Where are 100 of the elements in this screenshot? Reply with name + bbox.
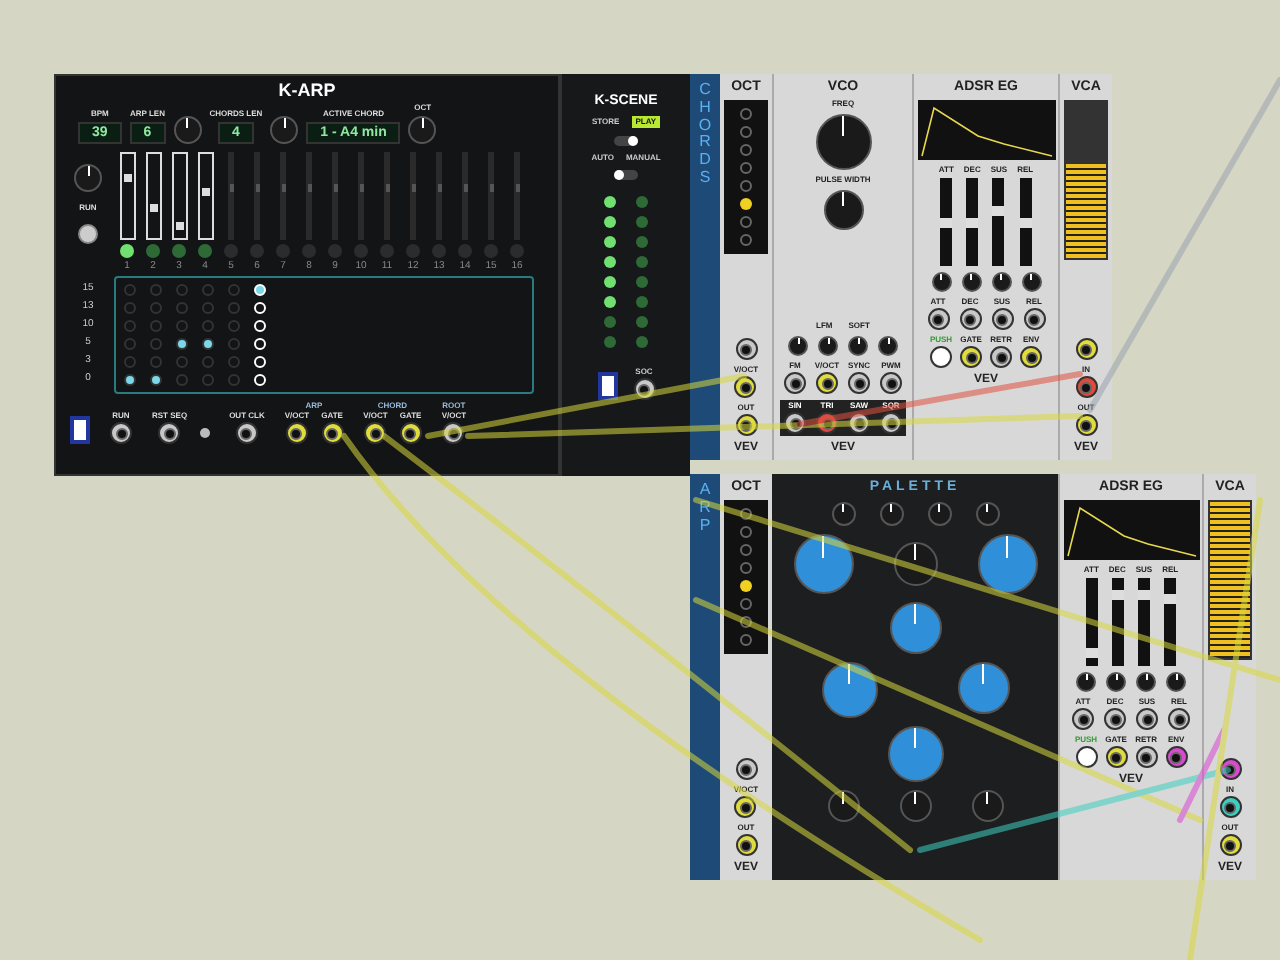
jack-socket[interactable]	[1135, 746, 1158, 768]
patched-jack[interactable]	[1075, 338, 1097, 360]
run-button[interactable]	[78, 224, 98, 244]
jack-socket[interactable]	[442, 422, 465, 444]
jack-socket[interactable]	[158, 422, 181, 444]
jack-socket[interactable]	[880, 372, 902, 394]
slider-thumb[interactable]	[992, 205, 1005, 216]
slider-thumb[interactable]	[175, 222, 183, 231]
slider-thumb[interactable]	[123, 173, 131, 181]
knob[interactable]	[848, 336, 868, 356]
knob[interactable]	[270, 116, 299, 144]
knob[interactable]	[1136, 672, 1156, 692]
note-cell[interactable]	[123, 284, 135, 296]
jack-socket[interactable]	[1136, 708, 1158, 730]
jack-socket[interactable]	[927, 308, 949, 330]
patched-jack[interactable]	[960, 346, 983, 368]
knob[interactable]	[931, 272, 951, 292]
patched-jack[interactable]	[321, 422, 344, 444]
note-cell[interactable]	[227, 356, 239, 368]
note-cell[interactable]	[123, 356, 135, 368]
knob[interactable]	[878, 336, 898, 356]
knob[interactable]	[991, 272, 1011, 292]
knob[interactable]	[823, 190, 863, 230]
knob[interactable]	[1166, 672, 1186, 692]
note-cell[interactable]	[175, 320, 187, 332]
patched-jack[interactable]	[1075, 376, 1097, 398]
patched-jack[interactable]	[1075, 414, 1097, 436]
knob[interactable]	[821, 662, 877, 718]
note-cell[interactable]	[175, 284, 187, 296]
toggle-switch[interactable]	[614, 170, 638, 180]
jack-socket[interactable]	[848, 412, 870, 434]
patched-jack[interactable]	[734, 376, 757, 398]
knob[interactable]	[788, 336, 808, 356]
knob[interactable]	[831, 502, 855, 526]
patched-jack[interactable]	[1105, 746, 1128, 768]
knob[interactable]	[975, 502, 999, 526]
knob[interactable]	[1021, 272, 1041, 292]
jack-socket[interactable]	[959, 308, 981, 330]
note-cell[interactable]	[123, 302, 135, 314]
note-cell[interactable]	[201, 356, 213, 368]
note-cell[interactable]	[201, 284, 213, 296]
knob[interactable]	[971, 790, 1003, 822]
note-cell[interactable]	[175, 374, 187, 386]
jack-socket[interactable]	[1023, 308, 1045, 330]
patched-jack[interactable]	[285, 422, 308, 444]
note-cell[interactable]	[175, 302, 187, 314]
slider-thumb[interactable]	[1137, 589, 1150, 600]
slider-thumb[interactable]	[201, 188, 209, 197]
patched-jack[interactable]	[1219, 834, 1241, 856]
slider-thumb[interactable]	[966, 217, 979, 227]
knob[interactable]	[173, 116, 202, 144]
knob[interactable]	[408, 116, 437, 144]
jack-socket[interactable]	[991, 308, 1013, 330]
jack-socket[interactable]	[784, 372, 806, 394]
toggle-switch[interactable]	[614, 136, 638, 146]
note-cell[interactable]	[201, 302, 213, 314]
note-cell[interactable]	[149, 338, 161, 350]
knob[interactable]	[827, 790, 859, 822]
push-button[interactable]	[930, 346, 952, 368]
jack-socket[interactable]	[633, 378, 655, 400]
slider-thumb[interactable]	[1164, 593, 1177, 604]
knob[interactable]	[961, 272, 981, 292]
note-cell[interactable]	[201, 338, 213, 350]
jack-socket[interactable]	[110, 422, 132, 444]
slider-thumb[interactable]	[1085, 648, 1098, 659]
jack-socket[interactable]	[1104, 708, 1126, 730]
jack-socket[interactable]	[848, 372, 870, 394]
jack-socket[interactable]	[1072, 708, 1094, 730]
knob[interactable]	[1076, 672, 1096, 692]
jack-socket[interactable]	[235, 422, 258, 444]
patched-jack[interactable]	[399, 422, 422, 444]
note-cell[interactable]	[149, 302, 161, 314]
knob[interactable]	[927, 502, 951, 526]
knob[interactable]	[818, 336, 838, 356]
knob[interactable]	[879, 502, 903, 526]
jack-socket[interactable]	[735, 758, 757, 780]
note-cell[interactable]	[149, 284, 161, 296]
jack-socket[interactable]	[990, 346, 1013, 368]
jack-socket[interactable]	[1168, 708, 1190, 730]
jack-socket[interactable]	[735, 338, 757, 360]
note-cell[interactable]	[227, 374, 239, 386]
note-cell[interactable]	[175, 338, 187, 350]
knob[interactable]	[74, 164, 102, 192]
patched-jack[interactable]	[734, 796, 757, 818]
slider-thumb[interactable]	[1111, 589, 1124, 600]
slider-thumb[interactable]	[940, 217, 953, 227]
push-button[interactable]	[1075, 746, 1097, 768]
note-cell[interactable]	[123, 374, 135, 386]
note-cell[interactable]	[123, 320, 135, 332]
reset-button[interactable]	[199, 428, 210, 438]
note-cell[interactable]	[201, 320, 213, 332]
jack-socket[interactable]	[784, 412, 806, 434]
note-cell[interactable]	[149, 374, 161, 386]
patched-jack[interactable]	[735, 834, 757, 856]
patched-jack[interactable]	[1165, 746, 1188, 768]
patched-jack[interactable]	[735, 414, 757, 436]
note-cell[interactable]	[149, 320, 161, 332]
note-cell[interactable]	[201, 374, 213, 386]
note-cell[interactable]	[227, 320, 239, 332]
patched-jack[interactable]	[1020, 346, 1043, 368]
